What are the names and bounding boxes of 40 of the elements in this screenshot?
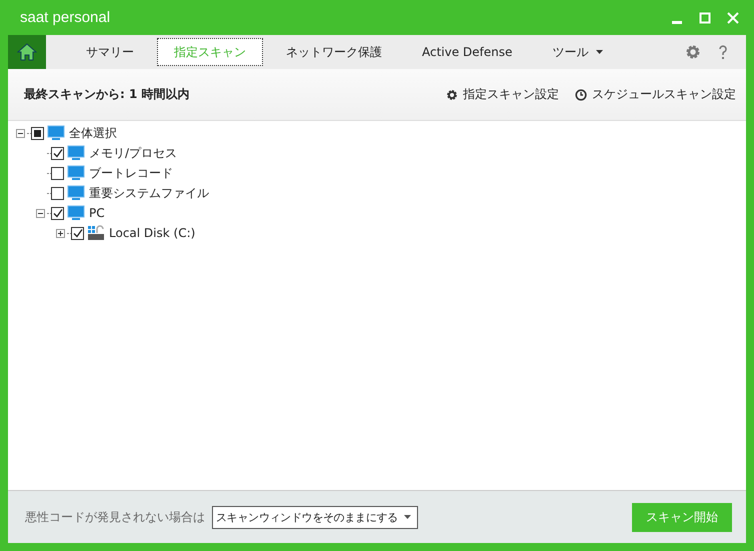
settings-link[interactable]: スケジュールスキャン設定 — [575, 86, 736, 103]
tree-item[interactable]: メモリ/プロセス — [89, 144, 178, 162]
tree-item[interactable]: 重要システムファイル — [89, 184, 209, 202]
tab[interactable]: サマリー — [69, 38, 151, 66]
monitor-icon — [67, 205, 85, 221]
option-label: 悪性コードが発見されない場合は — [25, 508, 205, 526]
checkbox[interactable] — [71, 226, 84, 240]
checkbox[interactable] — [51, 166, 64, 180]
checkbox[interactable] — [51, 186, 64, 200]
clock-icon — [575, 88, 587, 100]
tree-item[interactable]: ブートレコード — [89, 164, 173, 182]
collapse-toggle[interactable] — [16, 128, 25, 138]
monitor-icon — [67, 145, 85, 161]
plus-icon — [57, 230, 64, 236]
home-button[interactable] — [8, 35, 46, 69]
gear-icon — [446, 88, 458, 100]
caret-icon — [404, 515, 411, 519]
checkbox[interactable] — [51, 146, 64, 160]
monitor-icon — [67, 185, 85, 201]
maximize-icon — [699, 12, 711, 24]
last-scan-text: 最終スキャンから: 1 時間以内 — [24, 86, 191, 103]
checkbox[interactable] — [51, 206, 64, 220]
tab[interactable]: ツール — [535, 38, 620, 66]
minimize-icon — [672, 20, 682, 24]
tab[interactable]: ネットワーク保護 — [269, 38, 399, 66]
window-title: saat personal — [19, 9, 112, 26]
settings-link[interactable]: 指定スキャン設定 — [446, 86, 559, 103]
tree-item[interactable]: Local Disk (C:) — [109, 226, 196, 240]
monitor-icon — [47, 125, 65, 141]
drive-icon — [87, 225, 105, 241]
tree-item[interactable]: 全体選択 — [69, 124, 117, 142]
tree-item[interactable]: PC — [89, 206, 105, 220]
checkbox[interactable] — [31, 126, 44, 140]
collapse-toggle[interactable] — [36, 208, 45, 218]
close-icon — [727, 12, 739, 24]
tab[interactable]: Active Defense — [405, 38, 530, 66]
monitor-icon — [67, 165, 85, 181]
home-icon — [17, 43, 37, 61]
action-dropdown[interactable]: スキャンウィンドウをそのままにする — [212, 506, 418, 528]
expand-toggle[interactable] — [56, 228, 65, 238]
